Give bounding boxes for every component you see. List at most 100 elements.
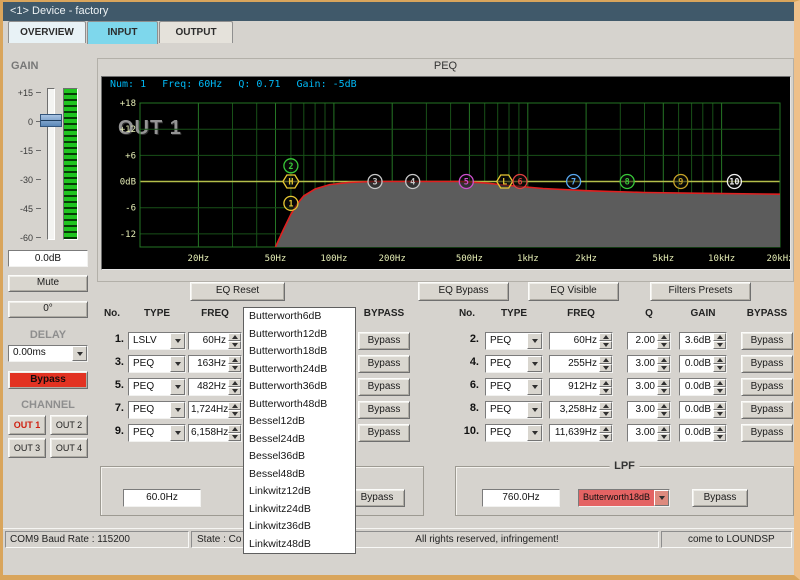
spin-down-icon[interactable] [713,433,726,441]
spinner-buttons[interactable] [228,333,241,349]
spin-down-icon[interactable] [599,410,612,418]
chevron-down-icon[interactable] [527,379,542,395]
spinner-buttons[interactable] [599,356,612,372]
bypass-button[interactable]: Bypass [358,355,410,373]
spin-down-icon[interactable] [657,364,670,372]
dropdown-option[interactable]: Linkwitz36dB [244,518,355,536]
spin-up-icon[interactable] [228,333,241,341]
filter-gain-field[interactable]: 0.0dB [679,355,727,373]
spin-down-icon[interactable] [228,433,241,441]
spin-up-icon[interactable] [713,333,726,341]
spinner-buttons[interactable] [657,425,670,441]
spin-down-icon[interactable] [657,387,670,395]
spin-down-icon[interactable] [657,341,670,349]
spinner-buttons[interactable] [228,425,241,441]
phase-button[interactable]: 0° [8,301,88,318]
spin-up-icon[interactable] [228,425,241,433]
channel-out4-button[interactable]: OUT 4 [50,438,88,458]
filter-type-select[interactable]: LSLV [128,332,186,350]
filter-q-field[interactable]: 3.00 [627,401,671,419]
spin-up-icon[interactable] [657,379,670,387]
spin-up-icon[interactable] [657,356,670,364]
filter-gain-field[interactable]: 0.0dB [679,401,727,419]
filter-type-select[interactable]: PEQ [485,355,543,373]
spin-down-icon[interactable] [228,387,241,395]
spin-down-icon[interactable] [713,364,726,372]
filter-freq-field[interactable]: 6,158Hz [188,424,242,442]
chevron-down-icon[interactable] [527,333,542,349]
spin-up-icon[interactable] [713,379,726,387]
eq-reset-button[interactable]: EQ Reset [190,282,285,301]
spinner-buttons[interactable] [713,402,726,418]
channel-out3-button[interactable]: OUT 3 [8,438,46,458]
chevron-down-icon[interactable] [72,346,87,361]
bypass-button[interactable]: Bypass [741,424,793,442]
dropdown-option[interactable]: Linkwitz24dB [244,501,355,519]
spin-up-icon[interactable] [657,402,670,410]
channel-bypass-button[interactable]: Bypass [8,371,88,389]
dropdown-option[interactable]: Bessel48dB [244,466,355,484]
filter-type-select[interactable]: PEQ [128,378,186,396]
spinner-buttons[interactable] [713,425,726,441]
filter-type-select[interactable]: PEQ [485,332,543,350]
filter-type-select[interactable]: PEQ [485,424,543,442]
filter-freq-field[interactable]: 482Hz [188,378,242,396]
dropdown-option[interactable]: Bessel12dB [244,413,355,431]
bypass-button[interactable]: Bypass [358,401,410,419]
filter-type-select[interactable]: PEQ [128,355,186,373]
spin-down-icon[interactable] [599,387,612,395]
tab-output[interactable]: OUTPUT [159,21,233,43]
chevron-down-icon[interactable] [527,425,542,441]
spinner-buttons[interactable] [713,379,726,395]
mute-button[interactable]: Mute [8,275,88,292]
lpf-freq-field[interactable]: 760.0Hz [482,489,560,507]
chevron-down-icon[interactable] [654,490,669,506]
chevron-down-icon[interactable] [527,356,542,372]
spinner-buttons[interactable] [228,379,241,395]
eq-response-plot[interactable]: 20Hz50Hz100Hz200Hz500Hz1kHz2kHz5kHz10kHz… [102,77,790,269]
lpf-type-select[interactable]: Butterworth18dB [578,489,670,507]
spin-up-icon[interactable] [599,379,612,387]
chevron-down-icon[interactable] [527,402,542,418]
spin-down-icon[interactable] [599,433,612,441]
spinner-buttons[interactable] [713,356,726,372]
bypass-button[interactable]: Bypass [741,378,793,396]
spinner-buttons[interactable] [713,333,726,349]
filter-gain-field[interactable]: 3.6dB [679,332,727,350]
spinner-buttons[interactable] [657,356,670,372]
tab-input[interactable]: INPUT [87,21,158,44]
gain-slider-handle[interactable] [40,114,62,127]
dropdown-option[interactable]: Linkwitz48dB [244,536,355,554]
spinner-buttons[interactable] [599,425,612,441]
spin-up-icon[interactable] [713,402,726,410]
filter-gain-field[interactable]: 0.0dB [679,378,727,396]
filter-freq-field[interactable]: 60Hz [188,332,242,350]
spinner-buttons[interactable] [599,333,612,349]
dropdown-option[interactable]: Linkwitz12dB [244,483,355,501]
chevron-down-icon[interactable] [170,402,185,418]
chevron-down-icon[interactable] [170,379,185,395]
spin-down-icon[interactable] [599,341,612,349]
chevron-down-icon[interactable] [170,333,185,349]
spin-up-icon[interactable] [657,333,670,341]
spin-up-icon[interactable] [599,356,612,364]
filter-freq-field[interactable]: 60Hz [549,332,613,350]
dropdown-option[interactable]: Bessel24dB [244,431,355,449]
spin-up-icon[interactable] [599,333,612,341]
spin-down-icon[interactable] [657,433,670,441]
channel-out1-button[interactable]: OUT 1 [8,415,46,435]
dropdown-option[interactable]: Bessel36dB [244,448,355,466]
hpf-bypass-button[interactable]: Bypass [349,489,405,507]
spin-up-icon[interactable] [228,379,241,387]
filter-gain-field[interactable]: 0.0dB [679,424,727,442]
filters-presets-button[interactable]: Filters Presets [650,282,751,301]
spinner-buttons[interactable] [657,333,670,349]
filter-type-select[interactable]: PEQ [485,401,543,419]
bypass-button[interactable]: Bypass [358,378,410,396]
filter-q-field[interactable]: 3.00 [627,378,671,396]
tab-overview[interactable]: OVERVIEW [8,21,86,43]
spin-down-icon[interactable] [228,364,241,372]
spin-up-icon[interactable] [228,356,241,364]
spin-up-icon[interactable] [713,425,726,433]
spin-up-icon[interactable] [713,356,726,364]
